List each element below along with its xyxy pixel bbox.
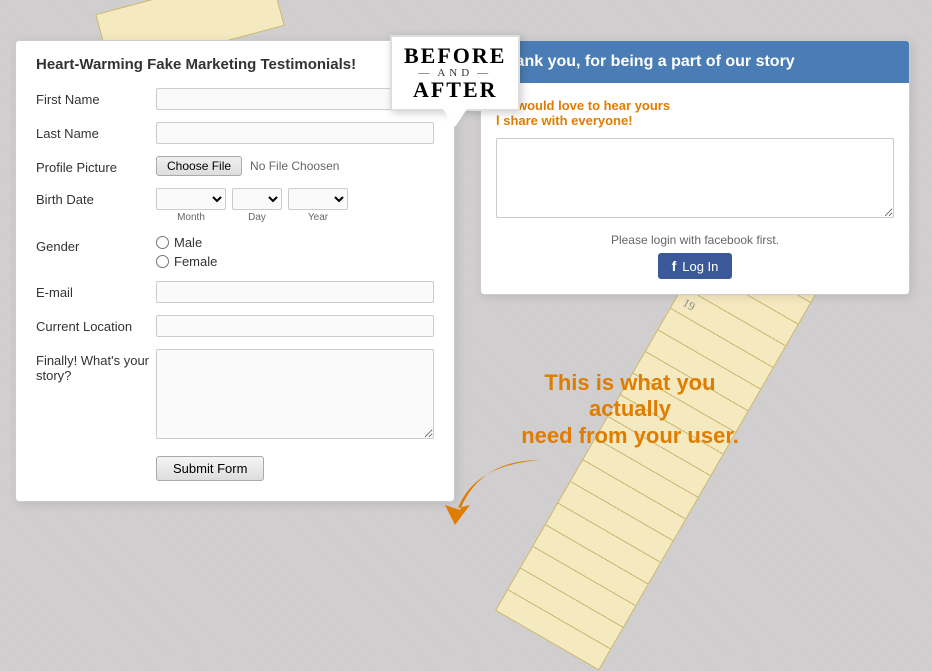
location-row: Current Location xyxy=(36,315,434,337)
year-select[interactable] xyxy=(288,188,348,210)
gender-male-radio[interactable] xyxy=(156,236,169,249)
profile-picture-label: Profile Picture xyxy=(36,156,156,175)
first-name-label: First Name xyxy=(36,88,156,107)
gender-label: Gender xyxy=(36,235,156,254)
year-label: Year xyxy=(308,212,328,223)
gender-male[interactable]: Male xyxy=(156,235,434,250)
story-label: Finally! What's your story? xyxy=(36,349,156,383)
story-row: Finally! What's your story? xyxy=(36,349,434,444)
form-panel: Heart-Warming Fake Marketing Testimonial… xyxy=(15,40,455,502)
gender-female[interactable]: Female xyxy=(156,254,434,269)
profile-picture-row: Profile Picture Choose File No File Choo… xyxy=(36,156,434,176)
login-note: Please login with facebook first. xyxy=(496,233,894,247)
right-panel: Thank you, for being a part of our story… xyxy=(480,40,910,295)
month-select[interactable] xyxy=(156,188,226,210)
badge-arrow xyxy=(443,109,467,127)
right-panel-textarea[interactable] xyxy=(496,138,894,218)
email-label: E-mail xyxy=(36,281,156,300)
location-input[interactable] xyxy=(156,315,434,337)
birth-date-row: Birth Date Month Day xyxy=(36,188,434,223)
last-name-label: Last Name xyxy=(36,122,156,141)
before-after-badge: BEFORE AND AFTER xyxy=(390,35,520,111)
login-area: Please login with facebook first. f Log … xyxy=(496,233,894,279)
choose-file-button[interactable]: Choose File xyxy=(156,156,242,176)
first-name-row: First Name xyxy=(36,88,434,110)
facebook-login-button[interactable]: f Log In xyxy=(658,253,733,279)
date-area: Month Day Year xyxy=(156,188,434,223)
location-label: Current Location xyxy=(36,315,156,334)
annotation-text: This is what you actually need from your… xyxy=(520,370,740,449)
month-label: Month xyxy=(177,212,205,223)
gender-row: Gender Male Female xyxy=(36,235,434,269)
arrow-annotation: This is what you actually need from your… xyxy=(520,370,740,449)
submit-button[interactable]: Submit Form xyxy=(156,456,264,481)
birth-date-label: Birth Date xyxy=(36,188,156,207)
gender-female-radio[interactable] xyxy=(156,255,169,268)
day-label: Day xyxy=(248,212,266,223)
email-row: E-mail xyxy=(36,281,434,303)
right-panel-header: Thank you, for being a part of our story xyxy=(481,41,909,83)
arrow-svg xyxy=(440,450,560,530)
no-file-text: No File Choosen xyxy=(250,159,339,173)
file-upload-area: Choose File No File Choosen xyxy=(156,156,434,176)
login-btn-label: Log In xyxy=(682,259,718,274)
last-name-input[interactable] xyxy=(156,122,434,144)
facebook-icon: f xyxy=(672,258,677,274)
email-input[interactable] xyxy=(156,281,434,303)
right-panel-body: we would love to hear yours l share with… xyxy=(481,83,909,294)
last-name-row: Last Name xyxy=(36,122,434,144)
before-text: BEFORE xyxy=(404,45,506,67)
submit-area: Submit Form xyxy=(36,456,434,481)
day-select[interactable] xyxy=(232,188,282,210)
story-textarea[interactable] xyxy=(156,349,434,439)
after-text: AFTER xyxy=(404,79,506,101)
right-panel-desc: we would love to hear yours l share with… xyxy=(496,98,894,128)
gender-radio-group: Male Female xyxy=(156,235,434,269)
form-title: Heart-Warming Fake Marketing Testimonial… xyxy=(36,56,434,73)
